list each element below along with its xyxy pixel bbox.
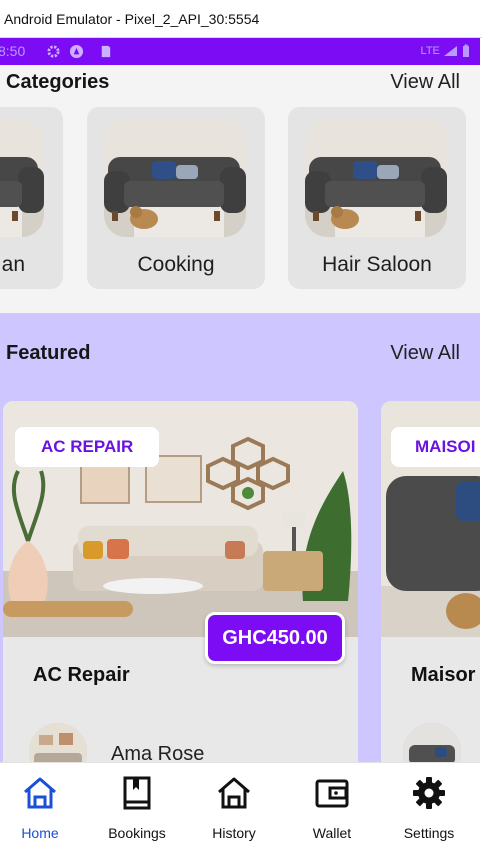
categories-title: Categories: [6, 70, 110, 93]
sd-card-status-icon: [101, 45, 111, 58]
nav-bookings[interactable]: Bookings: [89, 763, 185, 849]
featured-title: Featured: [6, 341, 91, 364]
categories-header: Categories View All: [6, 70, 460, 94]
signal-icon: [443, 46, 457, 57]
nav-settings[interactable]: Settings: [381, 763, 477, 849]
featured-header: Featured View All: [6, 341, 460, 365]
nav-wallet[interactable]: Wallet: [284, 763, 380, 849]
categories-view-all-link[interactable]: View All: [390, 71, 460, 94]
category-label: Hair Saloon: [322, 253, 432, 276]
category-image: [104, 119, 246, 237]
category-card[interactable]: an: [0, 107, 63, 289]
book-icon: [123, 776, 151, 810]
settings-status-icon: [47, 45, 60, 58]
home-icon: [24, 777, 56, 809]
category-card[interactable]: Cooking: [87, 107, 265, 289]
nav-history[interactable]: History: [186, 763, 282, 849]
wallet-icon: [315, 779, 349, 808]
bottom-navigation: Home Bookings History Wallet Settings: [0, 762, 480, 849]
nav-label-settings: Settings: [403, 825, 455, 841]
category-tag: MAISOI: [391, 427, 480, 467]
nav-label-history: History: [212, 825, 256, 841]
phone-screen: 8:50 LTE Categories View All an Cooking: [0, 38, 480, 849]
history-home-icon: [218, 777, 250, 809]
featured-card[interactable]: AC REPAIR AC Repair Ama Rose: [3, 401, 358, 801]
android-status-icon: [69, 44, 84, 59]
status-bar: 8:50 LTE: [0, 38, 480, 65]
price-badge: GHC450.00: [205, 612, 345, 664]
service-title: AC Repair: [33, 664, 130, 686]
nav-label-home: Home: [21, 825, 59, 841]
network-type: LTE: [420, 45, 440, 57]
status-time: 8:50: [0, 43, 26, 59]
featured-view-all-link[interactable]: View All: [390, 342, 460, 365]
featured-card[interactable]: MAISOI Maisor: [381, 401, 480, 801]
emulator-window-title: Android Emulator - Pixel_2_API_30:5554: [0, 0, 482, 38]
category-label: an: [1, 253, 25, 276]
category-image: [305, 119, 447, 237]
status-right-icons: LTE: [421, 38, 470, 65]
category-image: [0, 119, 44, 237]
nav-home[interactable]: Home: [0, 763, 88, 849]
nav-label-bookings: Bookings: [108, 825, 166, 841]
gear-icon: [413, 777, 445, 809]
battery-icon: [463, 44, 469, 58]
category-tag: AC REPAIR: [15, 427, 160, 467]
category-label: Cooking: [137, 253, 215, 276]
category-card[interactable]: Hair Saloon: [288, 107, 466, 289]
nav-label-wallet: Wallet: [312, 825, 352, 841]
service-title: Maisor: [411, 664, 476, 686]
